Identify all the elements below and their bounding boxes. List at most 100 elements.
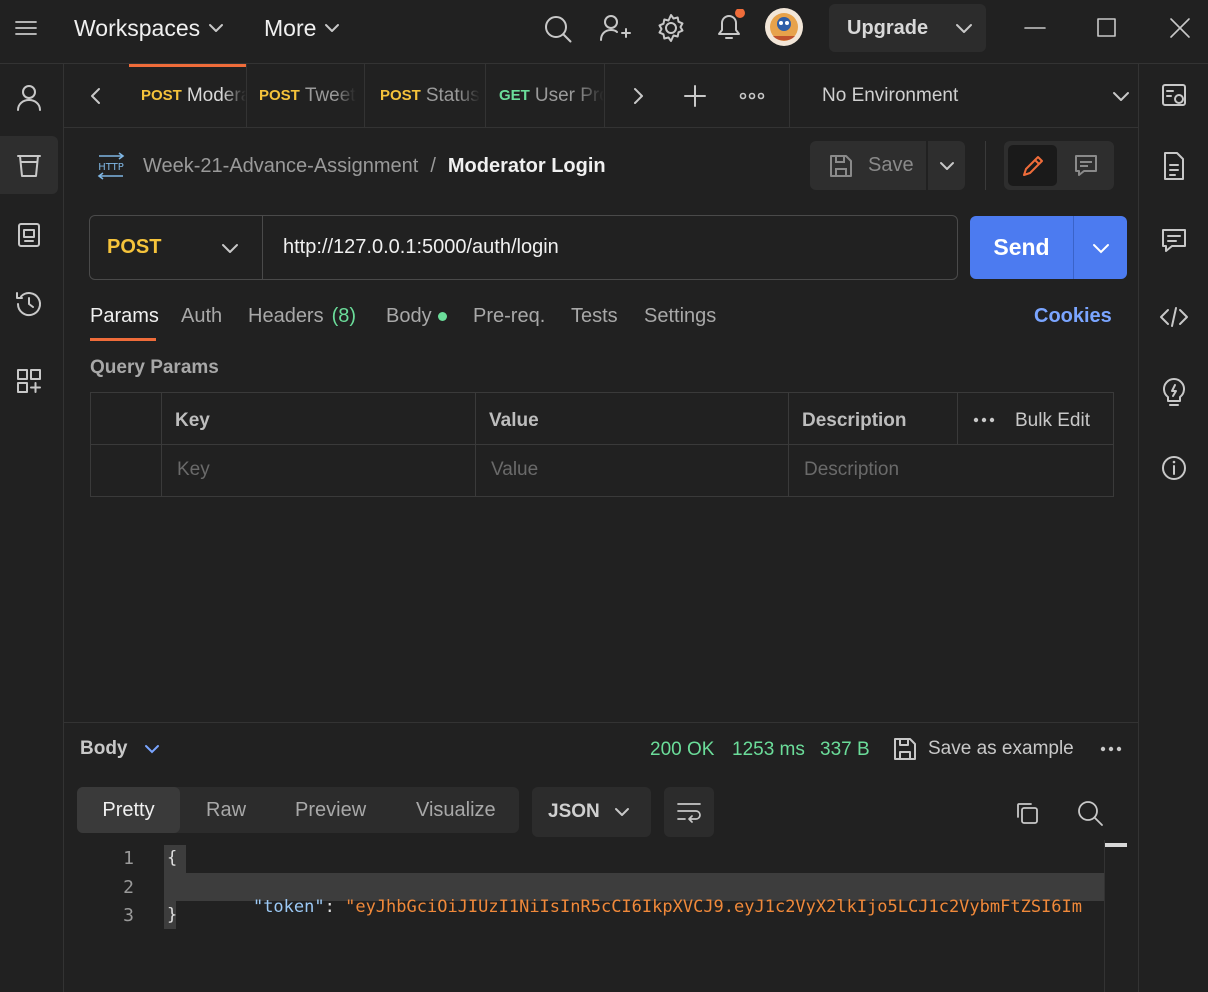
tab-tweet[interactable]: POST Tweet [247, 64, 365, 127]
tab-raw[interactable]: Raw [206, 787, 246, 833]
http-badge-text: HTTP [98, 162, 124, 173]
method-selector[interactable]: POST [90, 216, 263, 279]
user-avatar[interactable] [764, 7, 804, 47]
upgrade-button[interactable]: Upgrade [829, 4, 986, 52]
hamburger-menu-icon[interactable] [14, 18, 38, 38]
copy-icon[interactable] [1014, 800, 1040, 826]
response-status[interactable]: 200 OK [650, 739, 714, 761]
save-options-button[interactable] [928, 141, 965, 190]
save-floppy-icon [894, 738, 916, 760]
column-header-description: Description [802, 410, 907, 431]
word-wrap-button[interactable] [664, 787, 714, 837]
save-button[interactable]: Save [810, 141, 926, 190]
search-icon[interactable] [543, 14, 573, 44]
tab-method: GET [499, 87, 530, 104]
sidebar-collections-icon[interactable] [0, 136, 58, 194]
tab-prereq[interactable]: Pre-req. [473, 305, 545, 328]
tab-params[interactable]: Params [90, 305, 159, 328]
sidebar-user-icon[interactable] [0, 68, 58, 126]
workspaces-menu[interactable]: Workspaces [74, 12, 224, 44]
related-collections-icon[interactable] [1139, 371, 1208, 411]
key-input[interactable]: Key [177, 459, 210, 481]
tab-visualize[interactable]: Visualize [416, 787, 496, 833]
body-indicator-dot [437, 312, 447, 321]
response-size[interactable]: 337 B [820, 739, 870, 761]
chevron-down-icon[interactable] [955, 22, 973, 34]
minimize-window-icon[interactable] [1024, 18, 1046, 38]
environment-quick-look-icon[interactable] [1139, 76, 1208, 116]
notifications-bell-icon[interactable] [713, 9, 749, 43]
more-menu[interactable]: More [264, 12, 340, 44]
info-icon[interactable] [1139, 448, 1208, 488]
sidebar-history-icon[interactable] [0, 275, 58, 333]
scrollbar-thumb[interactable] [1105, 843, 1127, 847]
tab-body[interactable]: Body [386, 305, 447, 328]
tab-method: POST [141, 87, 182, 104]
tab-name: Tweet [304, 84, 356, 106]
tab-headers[interactable]: Headers (8) [248, 305, 356, 328]
bulk-edit-link[interactable]: Bulk Edit [1015, 410, 1090, 432]
send-button[interactable]: Send [970, 216, 1074, 279]
chevron-down-icon [209, 24, 224, 32]
format-selector[interactable]: JSON [532, 787, 651, 837]
tab-auth[interactable]: Auth [181, 305, 222, 328]
http-request-icon: HTTP [96, 152, 126, 180]
column-options-icon[interactable] [973, 415, 995, 425]
workspaces-label: Workspaces [74, 14, 201, 41]
json-token-value: "eyJhbGciOiJIUzI1NiIsInR5cCI6IkpXVCJ9.ey… [345, 897, 1083, 917]
tabs-scroll-right-icon[interactable] [630, 86, 646, 106]
tab-pretty[interactable]: Pretty [77, 787, 180, 833]
breadcrumb-request-name[interactable]: Moderator Login [448, 155, 606, 178]
tab-tests[interactable]: Tests [571, 305, 618, 328]
url-input[interactable]: http://127.0.0.1:5000/auth/login [283, 236, 559, 259]
search-response-icon[interactable] [1076, 799, 1104, 827]
response-body-viewer[interactable]: 1 2 3 { "token": "eyJhbGciOiJIUzI1NiIsIn… [64, 840, 1105, 992]
save-as-example-button[interactable]: Save as example [892, 736, 1074, 762]
sidebar-environments-icon[interactable] [0, 206, 58, 264]
breadcrumb-collection[interactable]: Week-21-Advance-Assignment [143, 155, 418, 178]
tab-raw-label: Raw [206, 798, 247, 821]
environment-selector[interactable]: No Environment [790, 64, 1138, 127]
new-tab-plus-icon[interactable] [683, 84, 707, 108]
sidebar-apps-icon[interactable] [0, 352, 58, 410]
maximize-window-icon[interactable] [1096, 17, 1118, 39]
settings-gear-icon[interactable] [656, 13, 686, 43]
tab-headers-label: Headers [248, 305, 324, 327]
response-body-selector[interactable]: Body [80, 738, 160, 760]
send-options-button[interactable] [1074, 216, 1127, 279]
scrollbar-track [1104, 840, 1105, 992]
response-time[interactable]: 1253 ms [732, 739, 805, 761]
tab-pretty-label: Pretty [102, 798, 155, 821]
tab-preview[interactable]: Preview [295, 787, 366, 833]
tab-status[interactable]: POST Status [368, 64, 486, 127]
description-input[interactable]: Description [804, 459, 899, 481]
cookies-link[interactable]: Cookies [1034, 305, 1112, 328]
comments-icon[interactable] [1139, 221, 1208, 261]
tab-settings[interactable]: Settings [644, 305, 716, 328]
tab-moderator-login[interactable]: POST Moderator Login [129, 64, 247, 127]
breadcrumb: Week-21-Advance-Assignment / Moderator L… [143, 155, 606, 178]
tab-name: Moderator Login [186, 84, 246, 106]
edit-mode-button[interactable] [1008, 145, 1057, 186]
tab-method: POST [259, 87, 300, 104]
code-snippet-icon[interactable] [1139, 297, 1208, 337]
response-divider[interactable] [64, 722, 1138, 723]
environment-label: No Environment [822, 84, 959, 106]
value-input[interactable]: Value [491, 459, 538, 481]
tab-name: User Profile [534, 84, 604, 106]
chevron-down-icon [1092, 243, 1109, 253]
tabs-more-icon[interactable] [739, 90, 765, 102]
response-more-icon[interactable] [1100, 744, 1122, 754]
send-label: Send [993, 234, 1050, 260]
save-as-example-label: Save as example [928, 738, 1074, 759]
invite-user-icon[interactable] [599, 13, 631, 43]
tabs-scroll-left-icon[interactable] [88, 86, 104, 106]
comment-mode-button[interactable] [1061, 145, 1110, 186]
mode-toggle [1004, 141, 1114, 190]
close-window-icon[interactable] [1168, 16, 1192, 40]
tab-user-profile[interactable]: GET User Profile [487, 64, 605, 127]
chevron-down-icon [144, 745, 159, 754]
tab-preview-label: Preview [295, 798, 367, 821]
json-colon: : [324, 897, 346, 917]
documentation-icon[interactable] [1139, 146, 1208, 186]
